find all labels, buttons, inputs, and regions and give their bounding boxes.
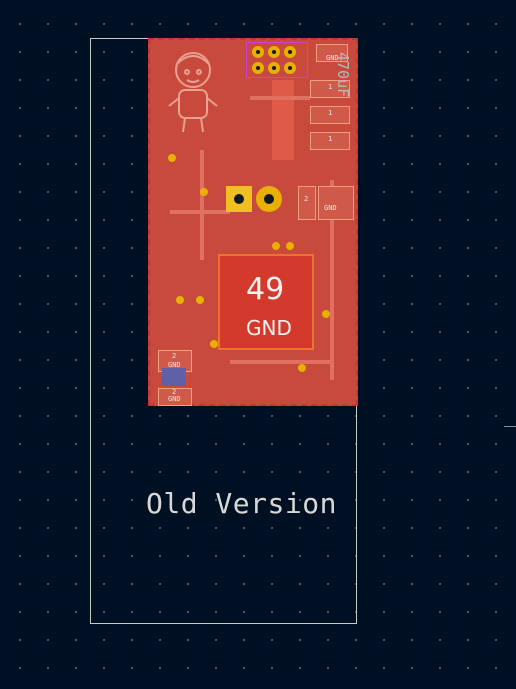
pad-label: GND bbox=[324, 204, 337, 212]
via[interactable] bbox=[210, 340, 218, 348]
drill-hole bbox=[272, 66, 276, 70]
chip-net-label: GND bbox=[246, 316, 292, 340]
drill-hole bbox=[256, 66, 260, 70]
pad-label: 2 bbox=[172, 352, 177, 360]
pad-label: 2 bbox=[304, 195, 309, 203]
pad-label: 1 bbox=[328, 83, 333, 91]
copper-trace[interactable] bbox=[250, 96, 310, 100]
pad-label: GND bbox=[168, 395, 181, 403]
smd-pad[interactable] bbox=[298, 186, 316, 220]
via[interactable] bbox=[286, 242, 294, 250]
via[interactable] bbox=[168, 154, 176, 162]
copper-trace[interactable] bbox=[200, 150, 204, 260]
capacitor-value-label: 470uF bbox=[334, 52, 352, 98]
drill-hole bbox=[256, 50, 260, 54]
copper-trace[interactable] bbox=[230, 360, 330, 364]
drill-hole bbox=[272, 50, 276, 54]
drill-hole bbox=[288, 66, 292, 70]
smd-pad[interactable] bbox=[318, 186, 354, 220]
via[interactable] bbox=[200, 188, 208, 196]
pad-label: 1 bbox=[328, 109, 333, 117]
pad-label: 1 bbox=[328, 135, 333, 143]
ruler-tick bbox=[504, 426, 516, 427]
copper-trace[interactable] bbox=[170, 210, 230, 214]
via[interactable] bbox=[196, 296, 204, 304]
drill-hole bbox=[264, 194, 274, 204]
version-label[interactable]: Old Version bbox=[146, 487, 337, 520]
chip-pin-number: 49 bbox=[246, 272, 285, 307]
drill-hole bbox=[234, 194, 244, 204]
mascot-logo-icon bbox=[168, 52, 218, 133]
via[interactable] bbox=[298, 364, 306, 372]
drill-hole bbox=[288, 50, 292, 54]
copper-trace[interactable] bbox=[272, 80, 294, 160]
via[interactable] bbox=[176, 296, 184, 304]
component-body[interactable] bbox=[162, 368, 186, 386]
via[interactable] bbox=[322, 310, 330, 318]
via[interactable] bbox=[272, 242, 280, 250]
